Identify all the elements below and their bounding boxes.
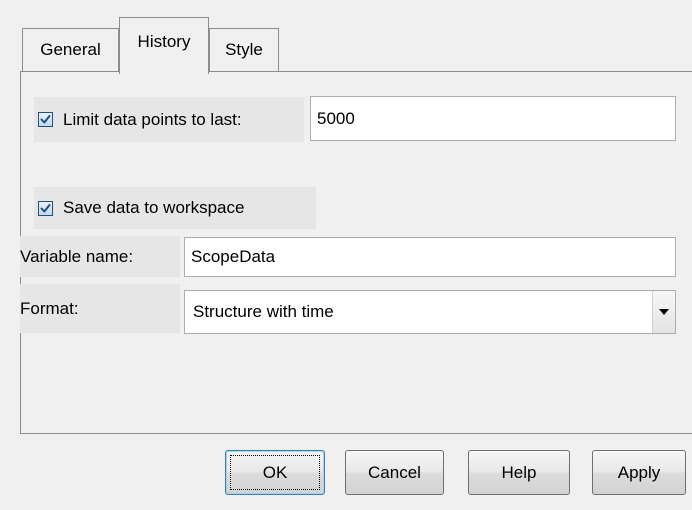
limit-data-points-input[interactable]: 5000 [310, 96, 676, 141]
variable-name-input[interactable]: ScopeData [184, 237, 676, 277]
variable-name-label-text: Variable name: [20, 246, 134, 266]
tab-general-label: General [40, 40, 101, 59]
variable-name-label: Variable name: [20, 236, 180, 277]
tab-style-label: Style [225, 40, 263, 59]
format-label-text: Format: [20, 298, 79, 318]
focus-ring [230, 455, 320, 490]
cancel-button-label: Cancel [368, 462, 421, 482]
limit-data-points-label: Limit data points to last: [63, 109, 242, 129]
variable-name-value: ScopeData [191, 247, 276, 266]
format-label: Format: [20, 284, 180, 333]
cancel-button[interactable]: Cancel [345, 450, 444, 495]
limit-data-points-checkbox[interactable]: Limit data points to last: [34, 97, 304, 142]
format-select[interactable]: Structure with time [184, 290, 676, 334]
save-data-checkbox[interactable]: Save data to workspace [34, 187, 316, 229]
checkmark-icon[interactable] [38, 200, 53, 216]
checkmark-icon[interactable] [38, 112, 53, 127]
chevron-down-icon[interactable] [652, 291, 675, 333]
tab-style[interactable]: Style [209, 28, 279, 71]
ok-button[interactable]: OK [225, 450, 325, 495]
apply-button-label: Apply [617, 462, 661, 482]
help-button-label: Help [501, 462, 537, 482]
tab-history-label: History [137, 32, 191, 51]
help-button[interactable]: Help [468, 450, 570, 495]
apply-button[interactable]: Apply [592, 450, 686, 495]
format-select-value: Structure with time [193, 302, 334, 321]
save-data-label: Save data to workspace [63, 198, 245, 217]
tab-history[interactable]: History [119, 17, 209, 74]
limit-data-points-value: 5000 [317, 108, 355, 128]
tab-general[interactable]: General [22, 28, 119, 71]
